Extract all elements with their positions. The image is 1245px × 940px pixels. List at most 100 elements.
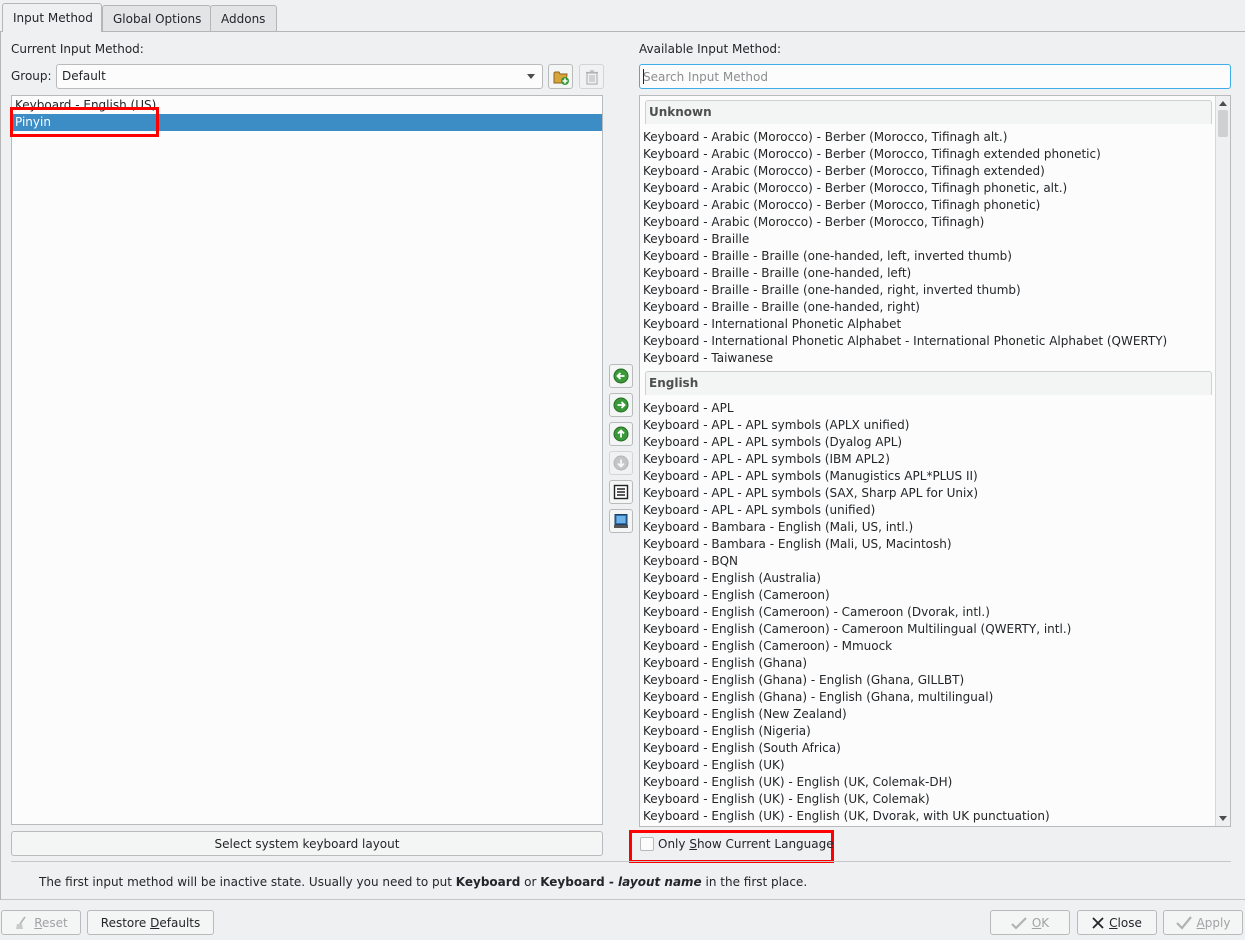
list-item[interactable]: Keyboard - APL - APL symbols (Manugistic… <box>643 469 978 486</box>
button-label: OK <box>1031 915 1050 930</box>
group-combo[interactable]: Default <box>56 64 543 89</box>
highlight-box <box>10 107 159 137</box>
tab-addons[interactable]: Addons <box>210 5 277 31</box>
checkmark-icon <box>1175 915 1192 930</box>
info-text: The first input method will be inactive … <box>39 875 808 889</box>
list-item[interactable]: Keyboard - English (New Zealand) <box>643 707 847 724</box>
group-header: English <box>645 371 1212 395</box>
button-label: Close <box>1109 915 1142 930</box>
scrollbar-thumb[interactable] <box>1218 110 1228 137</box>
list-item[interactable]: Keyboard - English (UK) - English (UK, C… <box>643 775 952 792</box>
tab-label: Global Options <box>113 12 202 26</box>
restore-defaults-button[interactable]: Restore Defaults <box>87 910 214 935</box>
keyboard-layout-icon <box>614 514 628 528</box>
list-item[interactable]: Keyboard - International Phonetic Alphab… <box>643 334 1167 351</box>
list-item[interactable]: Keyboard - Bambara - English (Mali, US, … <box>643 537 952 554</box>
checkbox-box[interactable] <box>640 837 654 851</box>
list-item[interactable]: Keyboard - English (Cameroon) - Cameroon… <box>643 622 1071 639</box>
checkbox-label: Only Show Current Language <box>658 837 834 851</box>
separator <box>11 861 1231 862</box>
button-label: Reset <box>34 915 68 930</box>
list-item[interactable]: Keyboard - Arabic (Morocco) - Berber (Mo… <box>643 181 1067 198</box>
configure-button[interactable] <box>609 480 633 504</box>
available-input-method-list[interactable]: Unknown Keyboard - Arabic (Morocco) - Ber… <box>639 95 1231 827</box>
tab-label: Input Method <box>13 11 93 25</box>
current-input-method-list[interactable]: Keyboard - English (US) Pinyin <box>11 95 603 825</box>
move-down-button[interactable] <box>609 451 633 475</box>
available-input-method-heading: Available Input Method: <box>639 42 782 56</box>
list-item[interactable]: Keyboard - English (UK) <box>643 758 785 775</box>
arrow-right-icon <box>613 397 629 413</box>
add-left-button[interactable] <box>609 364 633 388</box>
arrow-up-icon <box>613 426 629 442</box>
arrow-left-icon <box>613 368 629 384</box>
only-show-current-language-checkbox[interactable]: Only Show Current Language <box>640 837 834 851</box>
list-item[interactable]: Keyboard - APL <box>643 401 734 418</box>
list-item[interactable]: Keyboard - English (Ghana) - English (Gh… <box>643 673 964 690</box>
list-item[interactable]: Keyboard - Braille - Braille (one-handed… <box>643 300 920 317</box>
list-item[interactable]: Keyboard - Arabic (Morocco) - Berber (Mo… <box>643 147 1101 164</box>
list-item[interactable]: Keyboard - English (Cameroon) - Cameroon… <box>643 605 990 622</box>
list-item[interactable]: Keyboard - English (UK) - English (UK, C… <box>643 792 930 809</box>
list-item[interactable]: Keyboard - APL - APL symbols (Dyalog APL… <box>643 435 902 452</box>
layout-button[interactable] <box>609 509 633 533</box>
list-item[interactable]: Keyboard - International Phonetic Alphab… <box>643 317 901 334</box>
list-item[interactable]: Keyboard - Arabic (Morocco) - Berber (Mo… <box>643 164 1045 181</box>
apply-button[interactable]: Apply <box>1163 910 1243 935</box>
move-up-button[interactable] <box>609 422 633 446</box>
select-system-keyboard-layout-button[interactable]: Select system keyboard layout <box>11 831 603 856</box>
list-item[interactable]: Keyboard - Arabic (Morocco) - Berber (Mo… <box>643 130 1007 147</box>
list-item[interactable]: Keyboard - English (Australia) <box>643 571 821 588</box>
remove-right-button[interactable] <box>609 393 633 417</box>
group-combo-value: Default <box>62 69 106 83</box>
add-group-button[interactable] <box>548 64 573 89</box>
ok-hand-icon <box>1011 916 1027 930</box>
group-header: Unknown <box>645 100 1212 124</box>
list-item[interactable]: Keyboard - Braille <box>643 232 749 249</box>
list-item[interactable]: Keyboard - Arabic (Morocco) - Berber (Mo… <box>643 215 984 232</box>
chevron-down-icon <box>527 74 535 79</box>
broom-icon <box>16 916 26 929</box>
folder-add-icon <box>553 71 569 85</box>
list-item[interactable]: Keyboard - English (Nigeria) <box>643 724 811 741</box>
list-item[interactable]: Keyboard - Braille - Braille (one-handed… <box>643 249 1012 266</box>
list-item[interactable]: Keyboard - Arabic (Morocco) - Berber (Mo… <box>643 198 1040 215</box>
tab-bar: Input Method Global Options Addons <box>0 0 1245 32</box>
ok-button[interactable]: OK <box>990 910 1070 935</box>
trash-icon <box>585 69 598 85</box>
close-button[interactable]: Close <box>1077 910 1157 935</box>
list-item[interactable]: Keyboard - English (South Africa) <box>643 741 841 758</box>
list-item[interactable]: Keyboard - Braille - Braille (one-handed… <box>643 266 911 283</box>
reset-button[interactable]: Reset <box>1 910 81 935</box>
group-label: Group: <box>11 69 52 83</box>
list-item[interactable]: Keyboard - English (Ghana) - English (Gh… <box>643 690 993 707</box>
list-item[interactable]: Keyboard - English (Cameroon) <box>643 588 830 605</box>
delete-group-button[interactable] <box>579 64 604 89</box>
text-caret <box>643 69 644 84</box>
search-input[interactable]: Search Input Method <box>639 64 1231 89</box>
list-item[interactable]: Keyboard - APL - APL symbols (APLX unifi… <box>643 418 909 435</box>
tab-input-method[interactable]: Input Method <box>2 3 102 32</box>
scroll-up-icon[interactable] <box>1219 101 1227 106</box>
list-item[interactable]: Keyboard - Taiwanese <box>643 351 773 368</box>
list-item[interactable]: Keyboard - English (Ghana) <box>643 656 807 673</box>
list-item[interactable]: Keyboard - Bambara - English (Mali, US, … <box>643 520 913 537</box>
list-item[interactable]: Keyboard - English (UK) - English (UK, D… <box>643 809 1050 826</box>
list-item[interactable]: Keyboard - BQN <box>643 554 738 571</box>
arrow-down-icon <box>613 455 629 471</box>
list-item[interactable]: Keyboard - APL - APL symbols (unified) <box>643 503 875 520</box>
list-item[interactable]: Keyboard - APL - APL symbols (IBM APL2) <box>643 452 890 469</box>
tab-global-options[interactable]: Global Options <box>102 5 211 31</box>
scroll-down-icon[interactable] <box>1219 816 1227 821</box>
button-label: Restore Defaults <box>100 915 201 930</box>
list-item[interactable]: Keyboard - APL - APL symbols (SAX, Sharp… <box>643 486 978 503</box>
list-item[interactable]: Keyboard - Braille - Braille (one-handed… <box>643 283 1021 300</box>
search-placeholder: Search Input Method <box>643 70 768 84</box>
list-item[interactable]: Keyboard - English (Cameroon) - Mmuock <box>643 639 892 656</box>
button-label: Apply <box>1196 915 1231 930</box>
current-input-method-heading: Current Input Method: <box>11 42 144 56</box>
tab-label: Addons <box>221 12 266 26</box>
close-icon <box>1092 916 1104 929</box>
scrollbar[interactable] <box>1215 96 1230 826</box>
list-icon <box>613 484 629 500</box>
